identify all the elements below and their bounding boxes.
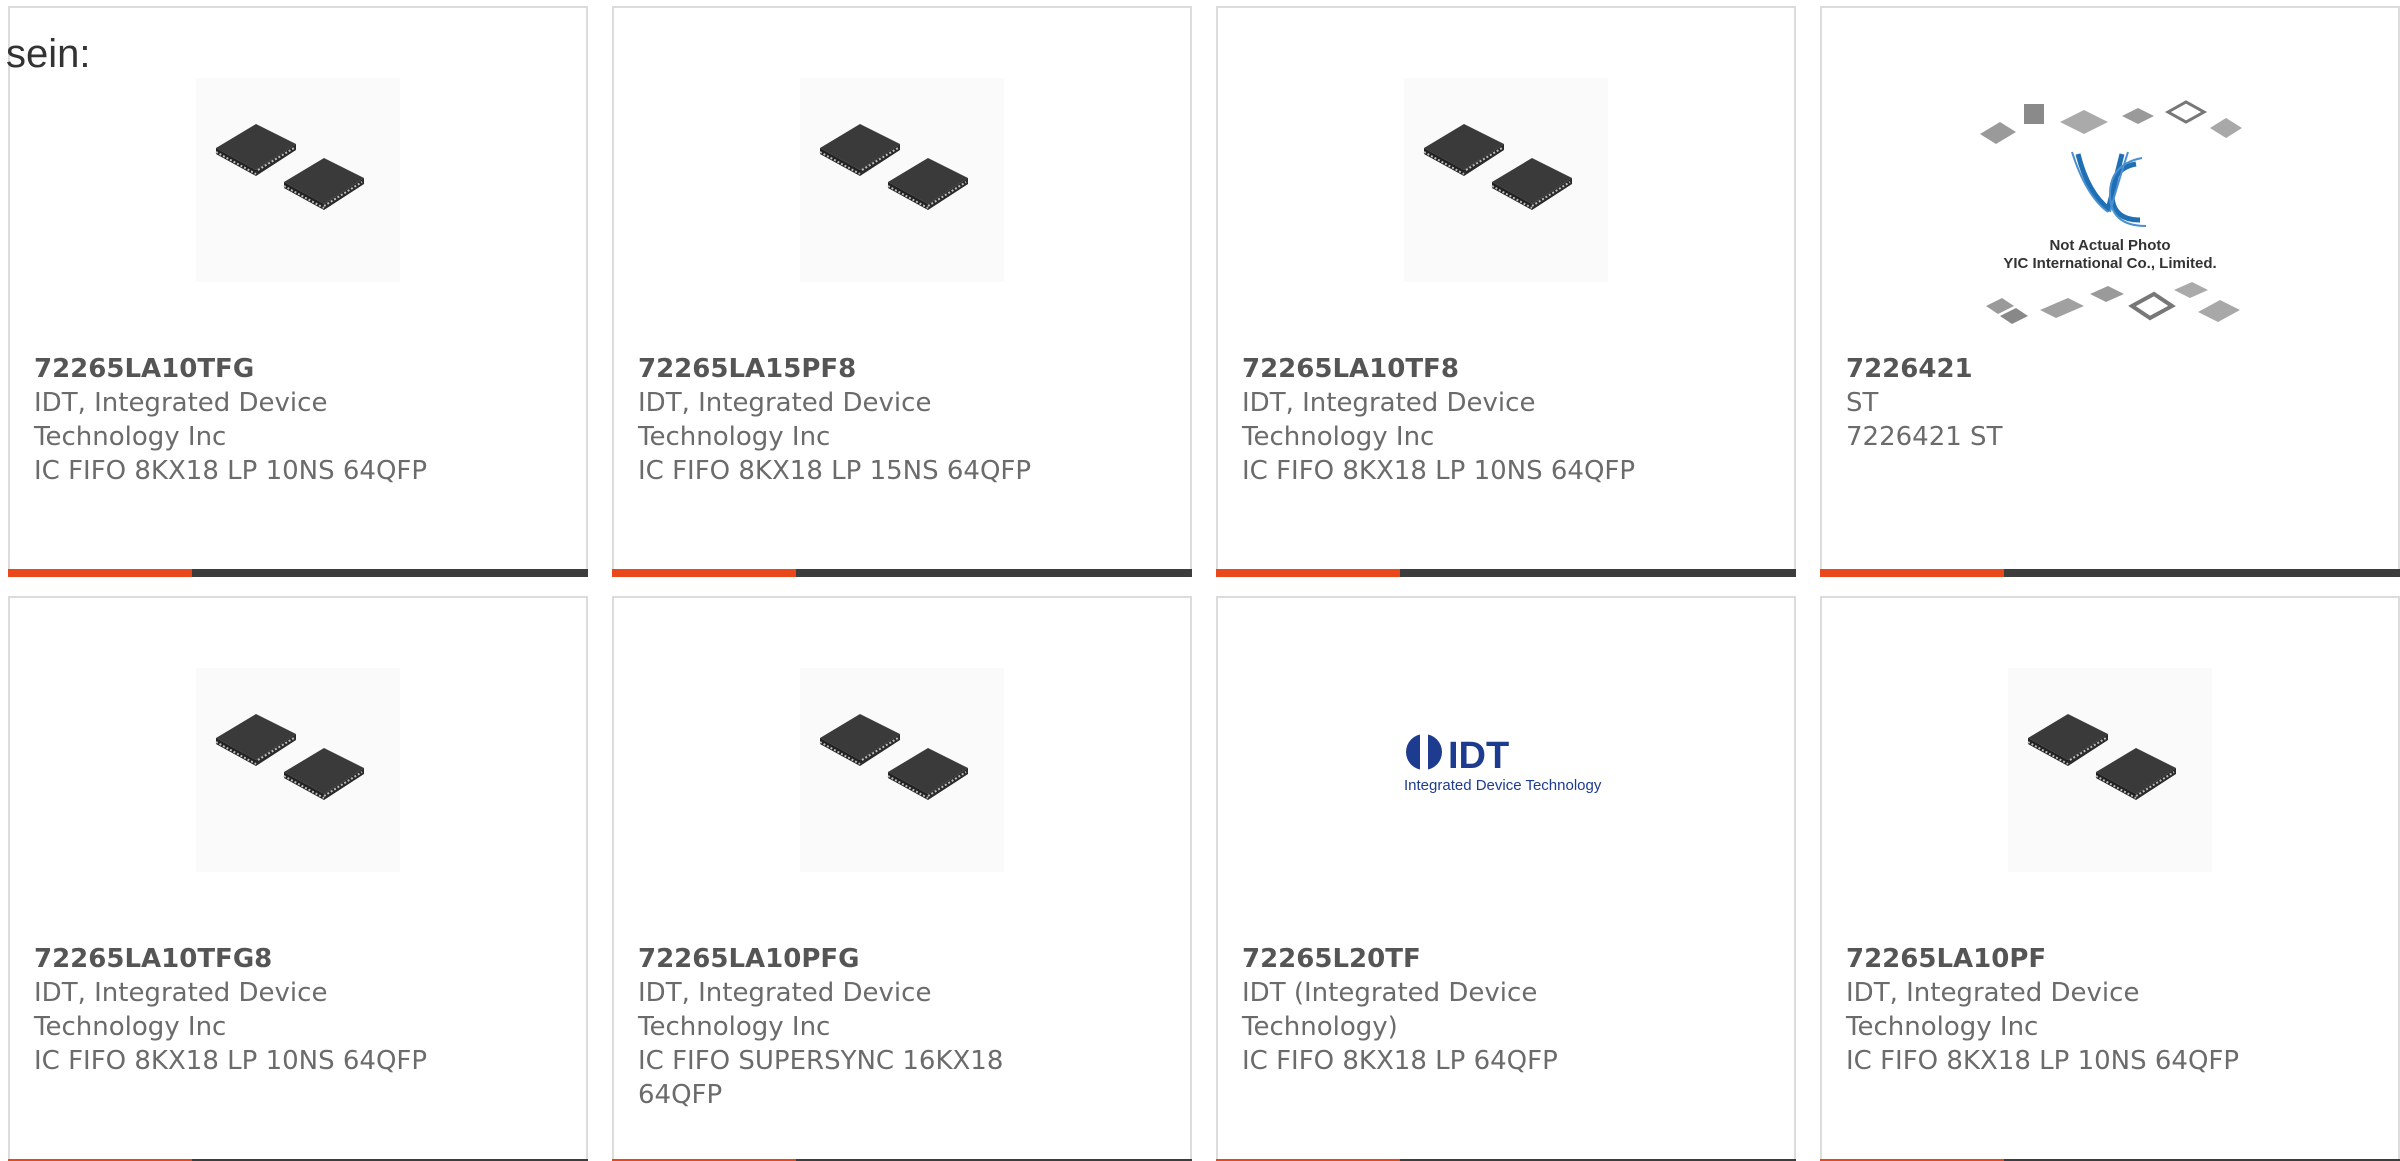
qfp-chip-photo-icon xyxy=(800,668,1004,872)
product-image[interactable] xyxy=(196,78,400,282)
product-grid: 72265LA10TFG IDT, Integrated Device Tech… xyxy=(0,0,2400,1161)
idt-logo-tagline: Integrated Device Technology xyxy=(1404,777,1602,794)
description: IC FIFO 8KX18 LP 10NS 64QFP xyxy=(1846,1046,2240,1076)
qfp-chip-photo-icon xyxy=(2008,668,2212,872)
description: IC FIFO SUPERSYNC 16KX18 64QFP xyxy=(638,1046,1004,1110)
part-number[interactable]: 72265LA10TFG8 xyxy=(34,942,454,976)
description: IC FIFO 8KX18 LP 10NS 64QFP xyxy=(34,1046,428,1076)
part-number[interactable]: 72265L20TF xyxy=(1242,942,1662,976)
card-accent-bar xyxy=(1216,569,1400,577)
description: IC FIFO 8KX18 LP 10NS 64QFP xyxy=(34,456,428,486)
qfp-chip-photo-icon xyxy=(1404,78,1608,282)
product-card[interactable]: IDT Integrated Device Technology 72265L2… xyxy=(1216,596,1796,1161)
manufacturer: IDT, Integrated Device Technology Inc xyxy=(34,388,328,452)
part-number[interactable]: 72265LA10PF xyxy=(1846,942,2266,976)
description: IC FIFO 8KX18 LP 10NS 64QFP xyxy=(1242,456,1636,486)
description: IC FIFO 8KX18 LP 15NS 64QFP xyxy=(638,456,1032,486)
manufacturer: IDT, Integrated Device Technology Inc xyxy=(34,978,328,1042)
product-card[interactable]: 72265LA10TF8 IDT, Integrated Device Tech… xyxy=(1216,6,1796,577)
qfp-chip-photo-icon xyxy=(800,78,1004,282)
not-actual-photo-icon: Not Actual Photo YIC International Co., … xyxy=(1980,100,2242,324)
product-card[interactable]: 72265LA10PF IDT, Integrated Device Techn… xyxy=(1820,596,2400,1161)
qfp-chip-photo-icon xyxy=(196,668,400,872)
description: IC FIFO 8KX18 LP 64QFP xyxy=(1242,1046,1558,1076)
part-number[interactable]: 72265LA10TF8 xyxy=(1242,352,1662,386)
part-number[interactable]: 72265LA15PF8 xyxy=(638,352,1058,386)
product-image[interactable] xyxy=(1404,78,1608,282)
product-image[interactable] xyxy=(800,78,1004,282)
description: 7226421 ST xyxy=(1846,422,2003,452)
card-bottom-bar xyxy=(1216,569,1796,577)
manufacturer: IDT, Integrated Device Technology Inc xyxy=(1242,388,1536,452)
part-number[interactable]: 72265LA10PFG xyxy=(638,942,1058,976)
manufacturer: ST xyxy=(1846,388,1879,418)
card-bottom-bar xyxy=(612,569,1192,577)
product-card[interactable]: 72265LA10PFG IDT, Integrated Device Tech… xyxy=(612,596,1192,1161)
product-image[interactable]: Not Actual Photo YIC International Co., … xyxy=(1972,94,2248,340)
card-accent-bar xyxy=(612,569,796,577)
qfp-chip-photo-icon xyxy=(196,78,400,282)
product-image[interactable] xyxy=(196,668,400,872)
card-bottom-bar xyxy=(8,569,588,577)
product-image[interactable] xyxy=(2008,668,2212,872)
manufacturer: IDT, Integrated Device Technology Inc xyxy=(1846,978,2140,1042)
part-number[interactable]: 7226421 xyxy=(1846,352,2266,386)
manufacturer: IDT (Integrated Device Technology) xyxy=(1242,978,1538,1042)
product-card[interactable]: Not Actual Photo YIC International Co., … xyxy=(1820,6,2400,577)
product-card[interactable]: 72265LA15PF8 IDT, Integrated Device Tech… xyxy=(612,6,1192,577)
heading-fragment: sein: xyxy=(6,32,91,76)
photo-caption-line2: YIC International Co., Limited. xyxy=(2003,255,2216,272)
photo-caption-line1: Not Actual Photo xyxy=(2049,237,2170,254)
product-card[interactable]: 72265LA10TFG8 IDT, Integrated Device Tec… xyxy=(8,596,588,1161)
product-image[interactable]: IDT Integrated Device Technology xyxy=(1402,728,1612,798)
manufacturer: IDT, Integrated Device Technology Inc xyxy=(638,978,932,1042)
product-image[interactable] xyxy=(800,668,1004,872)
part-number[interactable]: 72265LA10TFG xyxy=(34,352,454,386)
card-bottom-bar xyxy=(1820,569,2400,577)
idt-logo-text: IDT xyxy=(1448,735,1509,777)
idt-logo-icon: IDT Integrated Device Technology xyxy=(1404,734,1602,794)
manufacturer: IDT, Integrated Device Technology Inc xyxy=(638,388,932,452)
product-card[interactable]: 72265LA10TFG IDT, Integrated Device Tech… xyxy=(8,6,588,577)
card-accent-bar xyxy=(8,569,192,577)
card-accent-bar xyxy=(1820,569,2004,577)
